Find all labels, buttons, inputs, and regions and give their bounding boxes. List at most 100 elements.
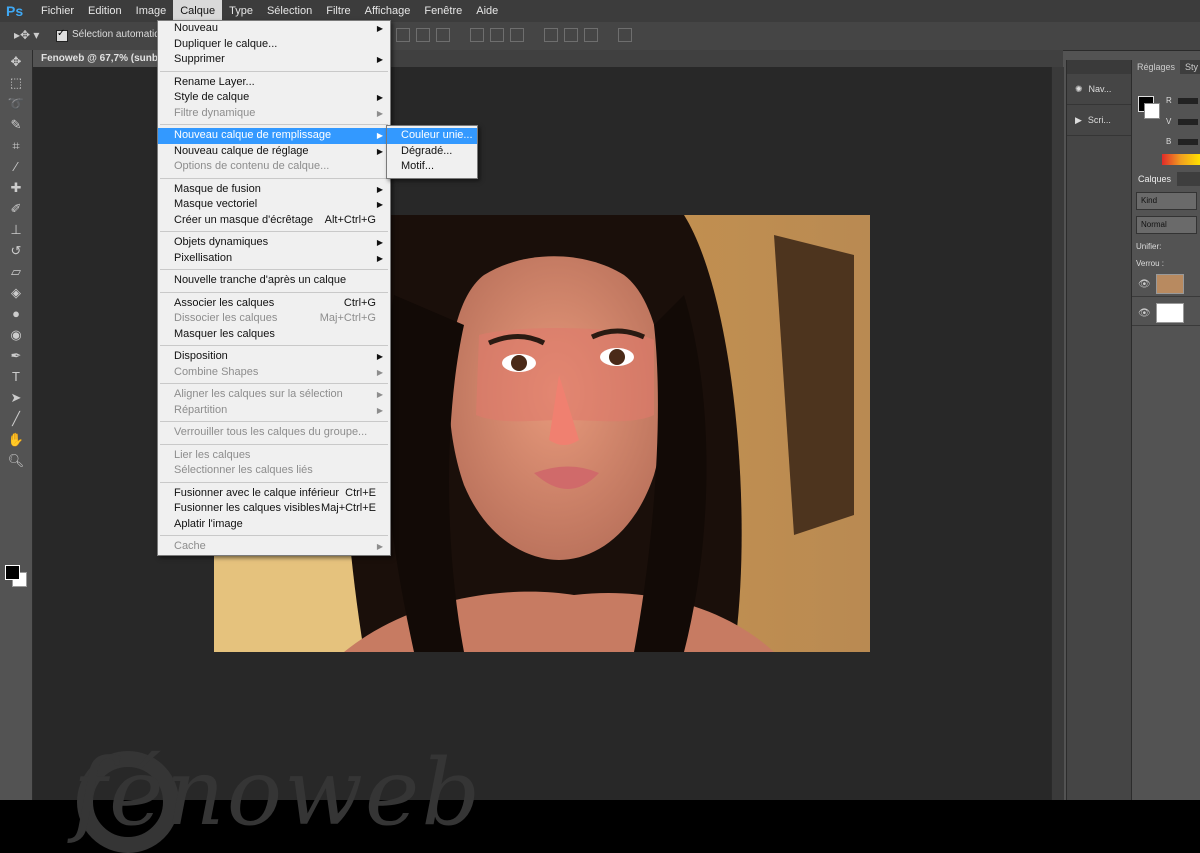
menu-calque[interactable]: Calque — [173, 0, 223, 22]
channel-v-slider[interactable] — [1178, 119, 1198, 125]
menu-item-dupliquer-le-calque[interactable]: Dupliquer le calque... — [158, 37, 390, 53]
menu-item-supprimer[interactable]: Supprimer ▶ — [158, 52, 390, 68]
menu-affichage[interactable]: Affichage — [358, 0, 418, 22]
submenu-item-couleur-unie[interactable]: Couleur unie... — [387, 128, 477, 144]
menu-fichier[interactable]: Fichier — [34, 0, 81, 22]
menu-item-nouveau-calque-de-reglage[interactable]: Nouveau calque de réglage ▶ — [158, 144, 390, 160]
eye-icon[interactable]: 👁︎ — [1138, 308, 1151, 319]
menu-item-rename-layer[interactable]: Rename Layer... — [158, 75, 390, 91]
menu-item-repartition[interactable]: Répartition ▶ — [158, 403, 390, 419]
eye-icon[interactable]: 👁︎ — [1138, 279, 1151, 290]
script-panel-button[interactable]: ▶ Scri... — [1067, 105, 1131, 136]
menu-item-fusionner-les-calques-visibles[interactable]: Fusionner les calques visibles Maj+Ctrl+E — [158, 501, 390, 517]
menu-item-label: Sélectionner les calques liés — [174, 464, 313, 476]
type-tool-icon[interactable]: T — [5, 368, 27, 386]
blend-mode-select[interactable]: Normal — [1136, 216, 1197, 234]
menu-item-masquer-les-calques[interactable]: Masquer les calques — [158, 327, 390, 343]
menu-item-selectionner-les-calques-lies[interactable]: Sélectionner les calques liés — [158, 463, 390, 479]
foreground-color-swatch[interactable] — [5, 565, 20, 580]
paint-bucket-tool-icon[interactable]: ◈ — [5, 284, 27, 302]
color-panel-tabs: Réglages Sty — [1132, 60, 1200, 74]
move-tool-icon[interactable]: ▸✥ ▾ — [14, 28, 39, 42]
align-top-icon[interactable] — [396, 28, 410, 42]
hand-tool-icon[interactable]: ✋ — [5, 431, 27, 449]
marquee-tool-icon[interactable]: ⬚ — [5, 74, 27, 92]
path-select-tool-icon[interactable]: ➤ — [5, 389, 27, 407]
vertical-scrollbar[interactable] — [1051, 67, 1064, 800]
auto-align-icon[interactable] — [618, 28, 632, 42]
submenu-item-motif[interactable]: Motif... — [387, 159, 477, 175]
menu-selection[interactable]: Sélection — [260, 0, 319, 22]
menu-item-masque-de-fusion[interactable]: Masque de fusion ▶ — [158, 182, 390, 198]
menu-item-filtre-dynamique[interactable]: Filtre dynamique ▶ — [158, 106, 390, 122]
eyedropper-tool-icon[interactable]: ⁄ — [5, 158, 27, 176]
menu-filtre[interactable]: Filtre — [319, 0, 357, 22]
distribute-top-icon[interactable] — [544, 28, 558, 42]
menu-aide[interactable]: Aide — [469, 0, 505, 22]
brush-tool-icon[interactable]: ✐ — [5, 200, 27, 218]
align-vcenter-icon[interactable] — [416, 28, 430, 42]
stamp-tool-icon[interactable]: ⊥ — [5, 221, 27, 239]
menu-item-label: Supprimer — [174, 53, 225, 65]
layer-row-white[interactable]: 👁︎ — [1132, 301, 1200, 326]
channel-b-slider[interactable] — [1178, 139, 1198, 145]
menu-item-options-de-contenu-de-calque[interactable]: Options de contenu de calque... — [158, 159, 390, 175]
menu-item-dissocier-les-calques[interactable]: Dissocier les calques Maj+Ctrl+G — [158, 311, 390, 327]
quick-select-tool-icon[interactable]: ✎ — [5, 116, 27, 134]
distribute-bottom-icon[interactable] — [584, 28, 598, 42]
menu-item-fusionner-avec-le-calque-inferieur[interactable]: Fusionner avec le calque inférieur Ctrl+E — [158, 486, 390, 502]
kind-filter[interactable]: Kind — [1136, 192, 1197, 210]
menu-item-label: Masque vectoriel — [174, 198, 258, 210]
menu-item-label: Dissocier les calques — [174, 312, 278, 324]
submenu-item-degrade[interactable]: Dégradé... — [387, 144, 477, 160]
menu-item-label: Filtre dynamique — [174, 106, 256, 119]
align-right-icon[interactable] — [510, 28, 524, 42]
menu-item-aligner-les-calques-sur-la-selection[interactable]: Aligner les calques sur la sélection ▶ — [158, 387, 390, 403]
pen-tool-icon[interactable]: ✒ — [5, 347, 27, 365]
menu-item-nouveau[interactable]: Nouveau ▶ — [158, 21, 390, 37]
dodge-tool-icon[interactable]: ◉ — [5, 326, 27, 344]
menu-item-objets-dynamiques[interactable]: Objets dynamiques ▶ — [158, 235, 390, 251]
color-spectrum[interactable] — [1162, 154, 1200, 165]
line-tool-icon[interactable]: ╱ — [5, 410, 27, 428]
menu-item-combine-shapes[interactable]: Combine Shapes ▶ — [158, 365, 390, 381]
blur-tool-icon[interactable]: ● — [5, 305, 27, 323]
menu-edition[interactable]: Edition — [81, 0, 129, 22]
menu-item-lier-les-calques[interactable]: Lier les calques — [158, 448, 390, 464]
tab-styles[interactable]: Sty — [1180, 60, 1200, 74]
move-tool-icon[interactable]: ✥ — [5, 53, 27, 71]
menu-item-label: Fusionner les calques visibles — [174, 502, 321, 514]
menu-item-style-de-calque[interactable]: Style de calque ▶ — [158, 90, 390, 106]
navigator-panel-button[interactable]: ✺ Nav... — [1067, 74, 1131, 105]
layer-row-photo[interactable]: 👁︎ — [1132, 272, 1200, 297]
distribute-vcenter-icon[interactable] — [564, 28, 578, 42]
auto-select-checkbox[interactable] — [56, 28, 68, 42]
tab-reglages[interactable]: Réglages — [1132, 60, 1181, 74]
background-color-swatch[interactable] — [1144, 103, 1160, 119]
menu-separator — [160, 231, 388, 232]
lasso-tool-icon[interactable]: ➰ — [5, 95, 27, 113]
menu-fenetre[interactable]: Fenêtre — [417, 0, 469, 22]
menu-item-masque-vectoriel[interactable]: Masque vectoriel ▶ — [158, 197, 390, 213]
tab-calques[interactable]: Calques — [1132, 172, 1178, 186]
align-left-icon[interactable] — [470, 28, 484, 42]
menu-item-pixellisation[interactable]: Pixellisation ▶ — [158, 251, 390, 267]
align-bottom-icon[interactable] — [436, 28, 450, 42]
menu-item-verrouiller-tous-les-calques-du-groupe[interactable]: Verrouiller tous les calques du groupe..… — [158, 425, 390, 441]
menu-item-aplatir-l-image[interactable]: Aplatir l'image — [158, 517, 390, 533]
menu-type[interactable]: Type — [222, 0, 260, 22]
align-hcenter-icon[interactable] — [490, 28, 504, 42]
crop-tool-icon[interactable]: ⌗ — [5, 137, 27, 155]
menu-item-associer-les-calques[interactable]: Associer les calques Ctrl+G — [158, 296, 390, 312]
menu-image[interactable]: Image — [129, 0, 174, 22]
menu-item-disposition[interactable]: Disposition ▶ — [158, 349, 390, 365]
history-brush-tool-icon[interactable]: ↺ — [5, 242, 27, 260]
menu-item-nouveau-calque-de-remplissage[interactable]: Nouveau calque de remplissage ▶ — [158, 128, 390, 144]
healing-tool-icon[interactable]: ✚ — [5, 179, 27, 197]
zoom-tool-icon[interactable]: 🔍︎ — [5, 452, 27, 470]
menu-item-cache[interactable]: Cache ▶ — [158, 539, 390, 555]
menu-item-creer-un-masque-d-ecretage[interactable]: Créer un masque d'écrêtage Alt+Ctrl+G — [158, 213, 390, 229]
eraser-tool-icon[interactable]: ▱ — [5, 263, 27, 281]
menu-item-nouvelle-tranche-d-apres-un-calque[interactable]: Nouvelle tranche d'après un calque — [158, 273, 390, 289]
channel-r-slider[interactable] — [1178, 98, 1198, 104]
